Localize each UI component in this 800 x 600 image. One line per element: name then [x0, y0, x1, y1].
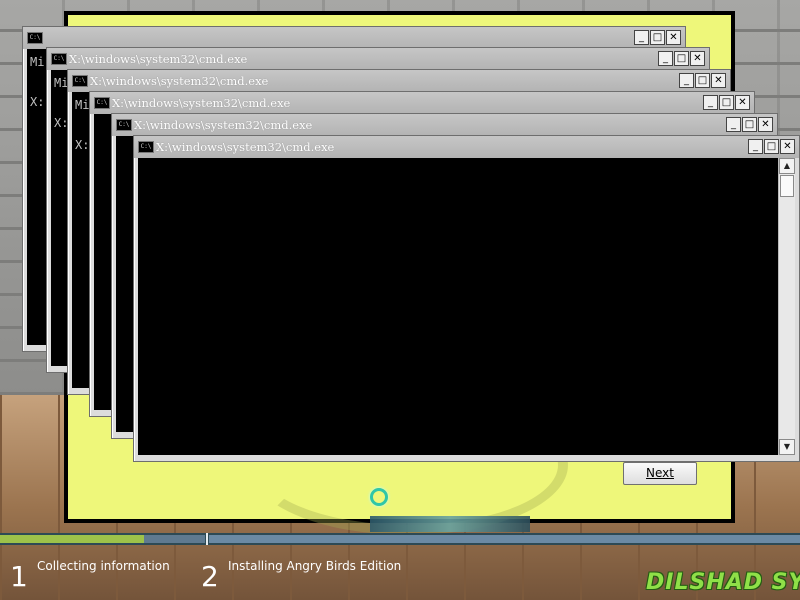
step-1-label: Collecting information [37, 559, 170, 573]
maximize-button[interactable]: □ [695, 73, 710, 88]
cmd-console[interactable] [138, 158, 795, 455]
cmd-icon: C:\ [72, 75, 88, 87]
cmd-title: X:\windows\system32\cmd.exe [69, 52, 248, 66]
close-button[interactable]: ✕ [711, 73, 726, 88]
close-button[interactable]: ✕ [690, 51, 705, 66]
scroll-up-arrow-icon[interactable]: ▲ [779, 158, 795, 174]
maximize-button[interactable]: □ [742, 117, 757, 132]
next-button[interactable]: Next [623, 462, 697, 485]
step-2-number: 2 [201, 560, 219, 593]
skateboard-graphic [370, 516, 530, 532]
cmd-title: X:\windows\system32\cmd.exe [156, 140, 335, 154]
cmd-titlebar[interactable]: C:\ X:\windows\system32\cmd.exe _ □ ✕ [112, 114, 777, 136]
close-button[interactable]: ✕ [735, 95, 750, 110]
setup-progress-bar [0, 533, 800, 545]
cmd-icon: C:\ [116, 119, 132, 131]
cmd-titlebar[interactable]: C:\ X:\windows\system32\cmd.exe _ □ ✕ [90, 92, 754, 114]
scroll-down-arrow-icon[interactable]: ▼ [779, 439, 795, 455]
cmd-icon: C:\ [138, 141, 154, 153]
vertical-scrollbar[interactable]: ▲ ▼ [778, 158, 795, 455]
step-1-number: 1 [10, 560, 28, 593]
cmd-titlebar[interactable]: C:\ X:\windows\system32\cmd.exe _ □ ✕ [68, 70, 730, 92]
close-button[interactable]: ✕ [758, 117, 773, 132]
progress-separator [206, 533, 208, 545]
close-button[interactable]: ✕ [666, 30, 681, 45]
console-text: Mi X: [30, 55, 45, 109]
console-text: Mi X: [75, 98, 90, 152]
progress-step2-track [209, 535, 800, 543]
cmd-title: X:\windows\system32\cmd.exe [112, 96, 291, 110]
maximize-button[interactable]: □ [764, 139, 779, 154]
cmd-icon: C:\ [51, 53, 67, 65]
scroll-thumb[interactable] [780, 175, 794, 197]
progress-step1-fill [0, 535, 144, 543]
step-2-label: Installing Angry Birds Edition [228, 559, 402, 573]
minimize-button[interactable]: _ [634, 30, 649, 45]
cmd-titlebar[interactable]: C:\ X:\windows\system32\cmd.exe _ □ ✕ [47, 48, 709, 70]
minimize-button[interactable]: _ [748, 139, 763, 154]
maximize-button[interactable]: □ [719, 95, 734, 110]
maximize-button[interactable]: □ [650, 30, 665, 45]
watermark-logo: DILSHAD SYS [646, 570, 800, 595]
minimize-button[interactable]: _ [703, 95, 718, 110]
maximize-button[interactable]: □ [674, 51, 689, 66]
loading-spinner-icon [370, 488, 388, 506]
minimize-button[interactable]: _ [679, 73, 694, 88]
cmd-icon: C:\ [94, 97, 110, 109]
cmd-title: X:\windows\system32\cmd.exe [134, 118, 313, 132]
close-button[interactable]: ✕ [780, 139, 795, 154]
minimize-button[interactable]: _ [658, 51, 673, 66]
cmd-titlebar[interactable]: C:\ X:\windows\system32\cmd.exe _ □ ✕ [134, 136, 799, 158]
cmd-titlebar[interactable]: C:\ _ □ ✕ [23, 27, 685, 49]
cmd-title: X:\windows\system32\cmd.exe [90, 74, 269, 88]
cmd-window-6[interactable]: C:\ X:\windows\system32\cmd.exe _ □ ✕ ▲ … [133, 135, 800, 462]
minimize-button[interactable]: _ [726, 117, 741, 132]
cmd-icon: C:\ [27, 32, 43, 44]
